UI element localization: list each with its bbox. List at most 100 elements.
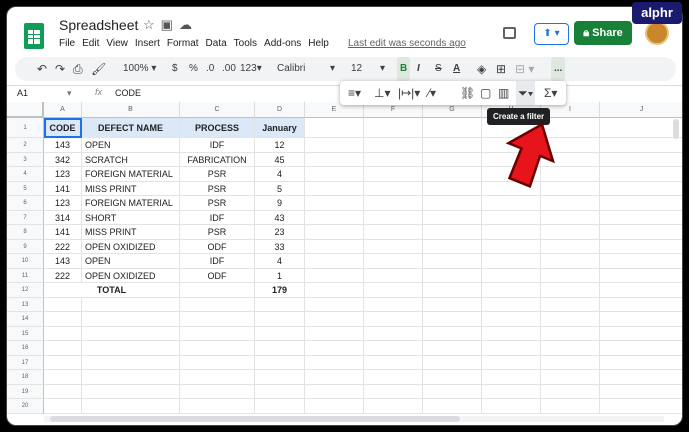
row-header-7[interactable]: 7 [7,210,44,225]
cell-d2[interactable]: 12 [255,138,305,153]
cell-h14[interactable] [482,312,541,327]
row-header-5[interactable]: 5 [7,181,44,196]
cell-g12[interactable] [423,283,482,298]
cell-j18[interactable] [600,370,682,385]
cell-j1[interactable] [600,118,682,138]
align-vertical-icon[interactable]: ⊥▾ [374,81,390,105]
row-header-17[interactable]: 17 [7,355,44,370]
cell-j17[interactable] [600,356,682,370]
cell-c12[interactable] [180,283,255,298]
star-icon[interactable]: ☆ [143,17,161,32]
cell-c1[interactable]: PROCESS [180,118,255,138]
cell-d18[interactable] [255,370,305,385]
cell-b20[interactable] [82,399,180,414]
cell-f18[interactable] [364,370,423,385]
cell-f19[interactable] [364,384,423,399]
cell-f20[interactable] [364,399,423,414]
cell-d12[interactable]: 179 [255,283,305,298]
cell-j7[interactable] [600,211,682,225]
cell-i6[interactable] [541,196,600,211]
cell-c10[interactable]: IDF [180,254,255,269]
cell-g4[interactable] [423,167,482,182]
cell-c14[interactable] [180,312,255,327]
cell-d15[interactable] [255,326,305,341]
cell-j6[interactable] [600,196,682,211]
cell-c4[interactable]: PSR [180,167,255,182]
bold-button[interactable]: B [397,57,411,81]
move-folder-icon[interactable]: ▣ [161,17,179,32]
cell-g8[interactable] [423,225,482,240]
cell-g11[interactable] [423,268,482,283]
cell-b3[interactable]: SCRATCH [82,152,180,167]
cell-g3[interactable] [423,152,482,167]
menu-item-format[interactable]: Format [167,38,199,49]
cell-g20[interactable] [423,399,482,414]
cell-b5[interactable]: MISS PRINT [82,181,180,196]
cell-f8[interactable] [364,225,423,240]
row-header-11[interactable]: 11 [7,268,44,283]
cell-f10[interactable] [364,254,423,269]
cell-i18[interactable] [541,370,600,385]
paint-format-icon[interactable]: 🖌︎ [91,57,106,81]
cell-b6[interactable]: FOREIGN MATERIAL [82,196,180,211]
menu-item-file[interactable]: File [59,38,75,49]
cell-e4[interactable] [305,167,364,182]
font-select[interactable]: Calibri [277,57,305,81]
cell-e20[interactable] [305,399,364,414]
cell-h19[interactable] [482,384,541,399]
zoom-select[interactable]: 100% ▾ [123,57,156,81]
column-header-b[interactable]: B [82,102,180,118]
select-all-corner[interactable] [7,102,44,118]
cell-d5[interactable]: 5 [255,181,305,196]
cell-e10[interactable] [305,254,364,269]
cell-e9[interactable] [305,239,364,254]
cell-f6[interactable] [364,196,423,211]
cell-h10[interactable] [482,254,541,269]
cell-b2[interactable]: OPEN [82,138,180,153]
cell-j13[interactable] [600,298,682,312]
cell-d19[interactable] [255,384,305,399]
cell-b10[interactable]: OPEN [82,254,180,269]
cell-d16[interactable] [255,341,305,356]
last-edit-link[interactable]: Last edit was seconds ago [348,38,466,49]
cell-a4[interactable]: 123 [44,167,82,182]
cell-d10[interactable]: 4 [255,254,305,269]
cell-b19[interactable] [82,384,180,399]
cell-d17[interactable] [255,355,305,370]
cell-f13[interactable] [364,297,423,312]
cell-e18[interactable] [305,370,364,385]
cell-i20[interactable] [541,399,600,414]
cell-d20[interactable] [255,399,305,414]
fill-color-icon[interactable]: ◈ [477,57,486,81]
cell-f12[interactable] [364,283,423,298]
cell-d13[interactable] [255,297,305,312]
cell-a18[interactable] [44,370,82,385]
cell-j20[interactable] [600,399,682,414]
column-header-a[interactable]: A [44,102,82,118]
cell-a10[interactable]: 143 [44,254,82,269]
cell-d1[interactable]: January [255,118,305,138]
horizontal-scrollbar[interactable] [44,416,664,422]
cell-f14[interactable] [364,312,423,327]
cell-f11[interactable] [364,268,423,283]
cell-c17[interactable] [180,355,255,370]
cell-i14[interactable] [541,312,600,327]
row-header-19[interactable]: 19 [7,384,44,399]
cell-j8[interactable] [600,225,682,240]
name-box[interactable]: A1 [17,88,28,98]
share-button[interactable]: 🔒︎ Share [574,21,632,45]
cell-g10[interactable] [423,254,482,269]
cell-f16[interactable] [364,341,423,356]
cell-c8[interactable]: PSR [180,225,255,240]
cell-d8[interactable]: 23 [255,225,305,240]
doc-title[interactable]: Spreadsheet [59,17,138,33]
cell-j9[interactable] [600,240,682,254]
row-header-10[interactable]: 10 [7,254,44,269]
row-header-18[interactable]: 18 [7,370,44,385]
print-icon[interactable]: ⎙ [73,57,83,81]
formula-input[interactable]: CODE [115,88,141,98]
row-header-9[interactable]: 9 [7,239,44,254]
cell-f3[interactable] [364,152,423,167]
cell-f9[interactable] [364,239,423,254]
font-select-chevron-icon[interactable]: ▾ [330,57,335,81]
